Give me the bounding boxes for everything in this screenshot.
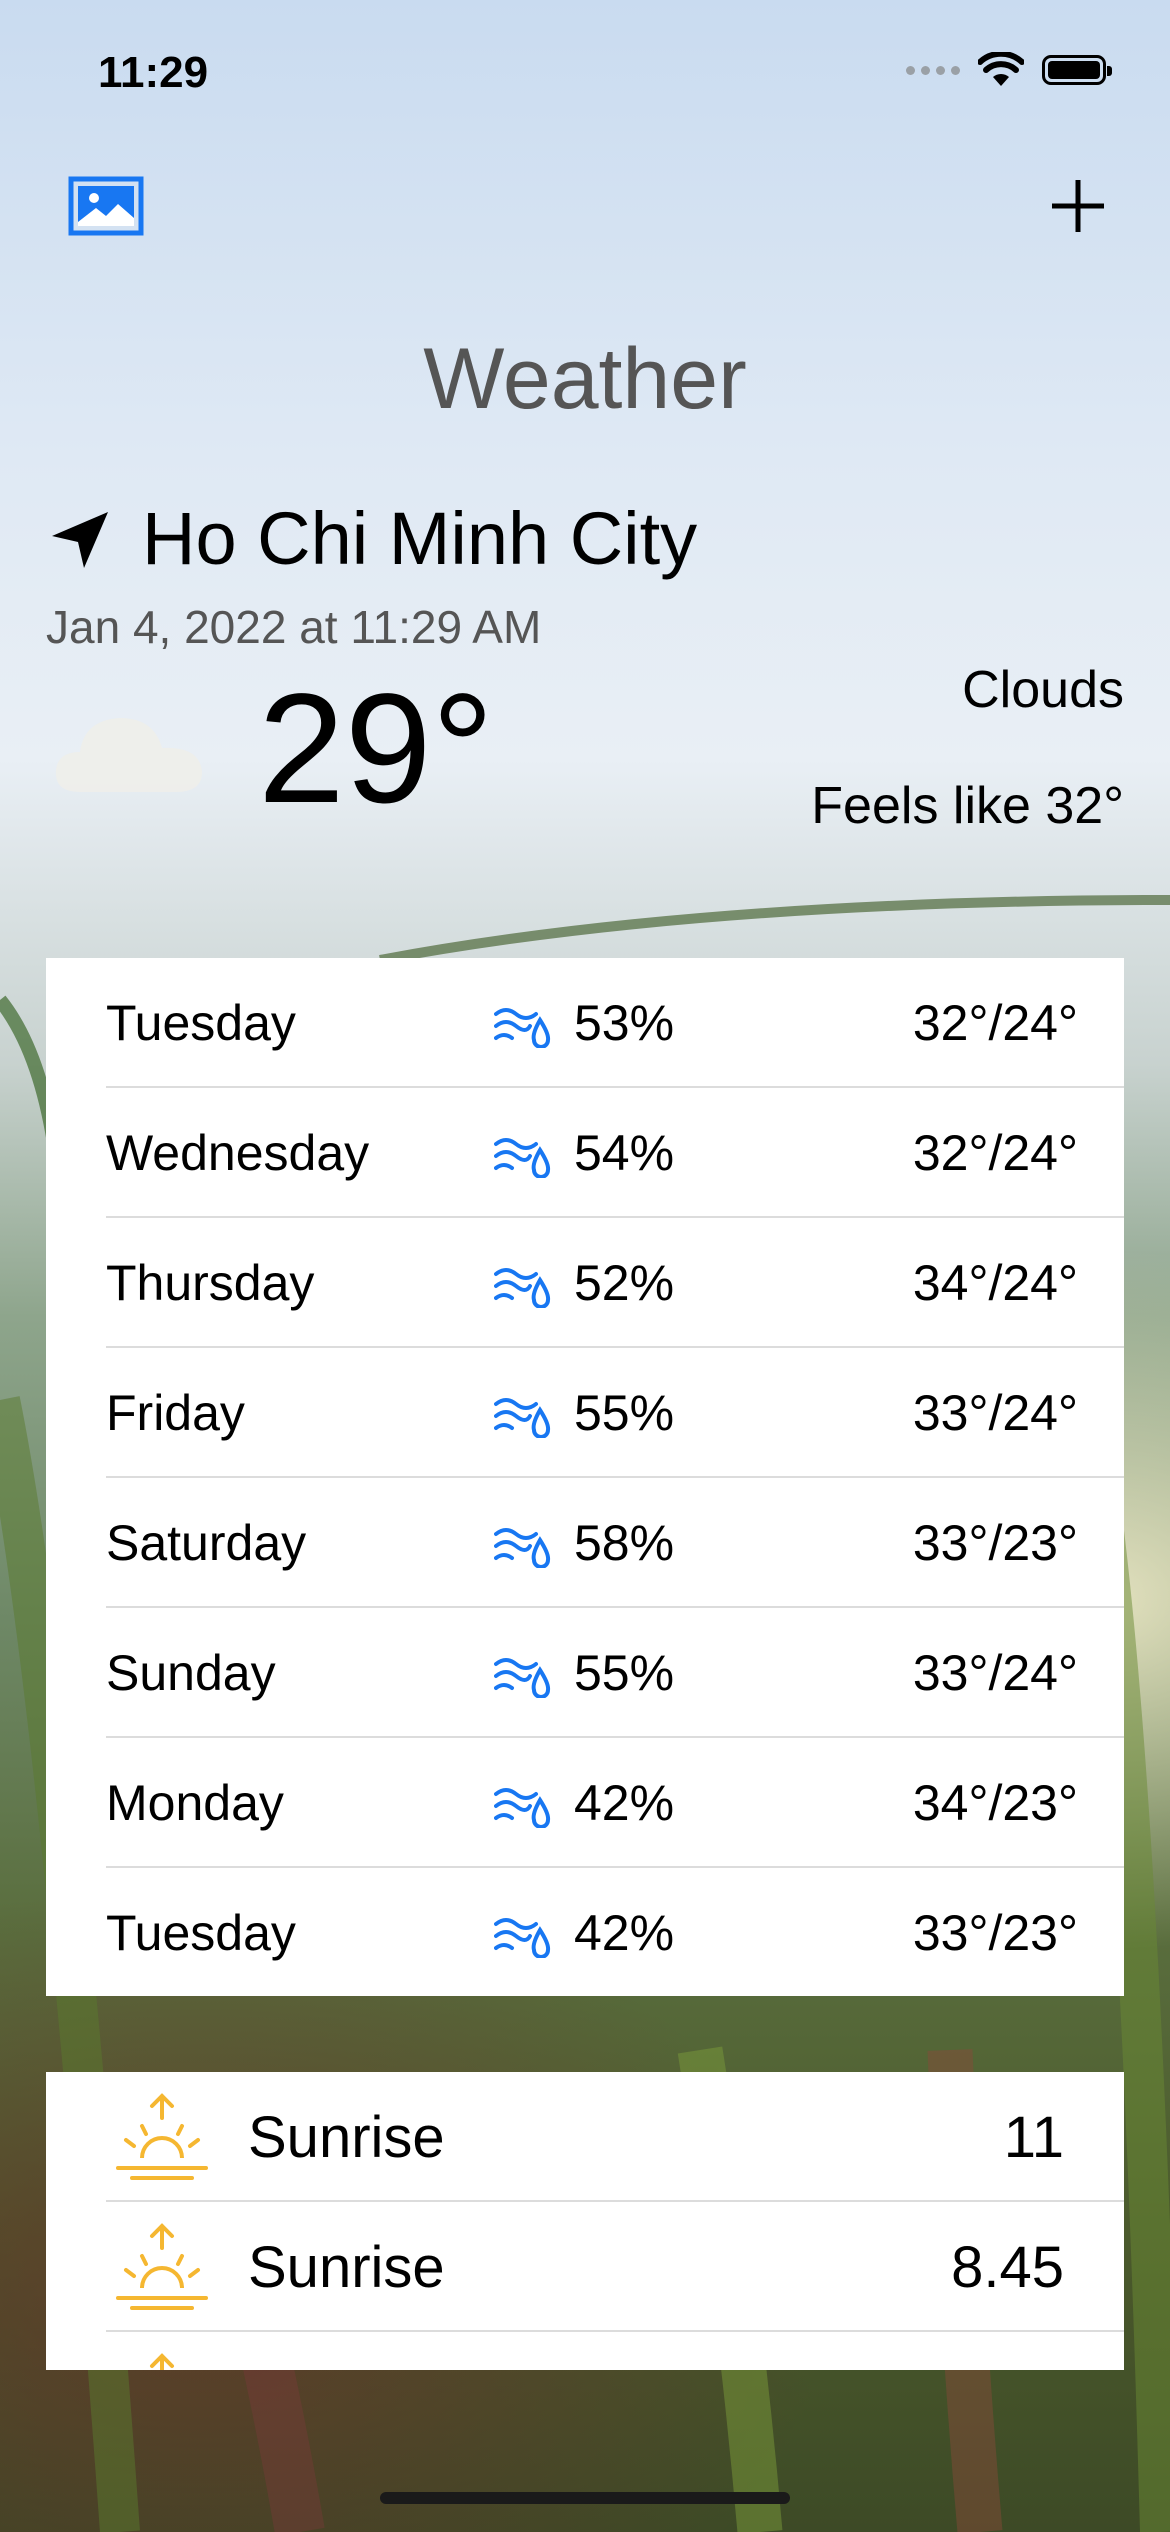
forecast-day: Thursday <box>106 1255 315 1311</box>
forecast-day: Sunday <box>106 1645 276 1701</box>
sun-value: 8.45 <box>951 2235 1064 2300</box>
forecast-temp-range: 32°/24° <box>912 995 1078 1051</box>
forecast-humidity: 52% <box>574 1255 675 1311</box>
sunrise-icon <box>116 2223 208 2310</box>
battery-icon <box>1042 55 1112 85</box>
forecast-day: Saturday <box>106 1515 307 1571</box>
forecast-day: Tuesday <box>106 1905 296 1961</box>
forecast-temp-range: 32°/24° <box>912 1125 1078 1181</box>
current-temperature: 29° <box>258 662 494 836</box>
home-indicator[interactable] <box>380 2492 790 2504</box>
forecast-humidity: 55% <box>574 1645 675 1701</box>
sun-row: Sunrise 8.45 <box>46 2202 1124 2332</box>
forecast-temp-range: 33°/24° <box>912 1645 1078 1701</box>
forecast-day: Friday <box>106 1385 245 1441</box>
forecast-humidity: 55% <box>574 1385 675 1441</box>
forecast-humidity: 54% <box>574 1125 675 1181</box>
forecast-humidity: 58% <box>574 1515 675 1571</box>
humidity-icon <box>494 1138 551 1178</box>
forecast-row[interactable]: Friday 55% 33°/24° <box>46 1348 1124 1478</box>
current-datetime: Jan 4, 2022 at 11:29 AM <box>46 601 542 653</box>
forecast-row[interactable]: Sunday 55% 33°/24° <box>46 1608 1124 1738</box>
plus-icon <box>1052 180 1104 232</box>
forecast-temp-range: 34°/23° <box>912 1775 1078 1831</box>
status-icons <box>906 52 1112 88</box>
cellular-signal-icon <box>906 65 960 75</box>
sun-row: Sunrise 11 <box>46 2072 1124 2202</box>
forecast-row[interactable]: Saturday 58% 33°/23° <box>46 1478 1124 1608</box>
forecast-row[interactable]: Monday 42% 34°/23° <box>46 1738 1124 1868</box>
page-title: Weather <box>423 331 747 427</box>
forecast-temp-range: 33°/23° <box>912 1905 1078 1961</box>
city-name: Ho Chi Minh City <box>142 497 698 580</box>
sun-label: Sunrise <box>248 2105 445 2170</box>
sun-value: 11 <box>1003 2105 1064 2170</box>
humidity-icon <box>494 1008 551 1048</box>
forecast-row[interactable]: Tuesday 42% 33°/23° <box>46 1868 1124 1998</box>
forecast-temp-range: 34°/24° <box>912 1255 1078 1311</box>
forecast-humidity: 42% <box>574 1905 675 1961</box>
humidity-icon <box>494 1398 551 1438</box>
wifi-icon <box>978 52 1024 86</box>
sun-info-list[interactable]: Sunrise 11 Sunrise 8.45 <box>46 2072 1124 2370</box>
location-arrow-icon <box>52 512 108 568</box>
sun-row-partial <box>46 2332 1124 2370</box>
forecast-day: Tuesday <box>106 995 296 1051</box>
add-location-button[interactable] <box>1048 176 1108 236</box>
sunrise-icon <box>116 2093 208 2180</box>
cloud-icon <box>55 718 202 792</box>
forecast-row[interactable]: Tuesday 53% 32°/24° <box>46 958 1124 1088</box>
forecast-temp-range: 33°/24° <box>912 1385 1078 1441</box>
status-bar-time: 11:29 <box>98 48 209 97</box>
forecast-humidity: 53% <box>574 995 675 1051</box>
forecast-row[interactable]: Thursday 52% 34°/24° <box>46 1218 1124 1348</box>
forecast-day: Wednesday <box>106 1125 370 1181</box>
sun-label: Sunrise <box>248 2235 445 2300</box>
photo-button[interactable] <box>68 176 144 236</box>
feels-like: Feels like 32° <box>811 777 1124 835</box>
forecast-day: Monday <box>106 1775 284 1831</box>
sunrise-icon <box>150 2353 174 2370</box>
humidity-icon <box>494 1918 551 1958</box>
humidity-icon <box>494 1268 551 1308</box>
forecast-temp-range: 33°/23° <box>912 1515 1078 1571</box>
daily-forecast-list[interactable]: Tuesday 53% 32°/24° Wednesday 54% 32°/24… <box>46 958 1124 1996</box>
forecast-humidity: 42% <box>574 1775 675 1831</box>
photo-icon <box>68 176 144 236</box>
humidity-icon <box>494 1528 551 1568</box>
weather-condition: Clouds <box>962 661 1124 719</box>
humidity-icon <box>494 1788 551 1828</box>
forecast-row[interactable]: Wednesday 54% 32°/24° <box>46 1088 1124 1218</box>
humidity-icon <box>494 1658 551 1698</box>
